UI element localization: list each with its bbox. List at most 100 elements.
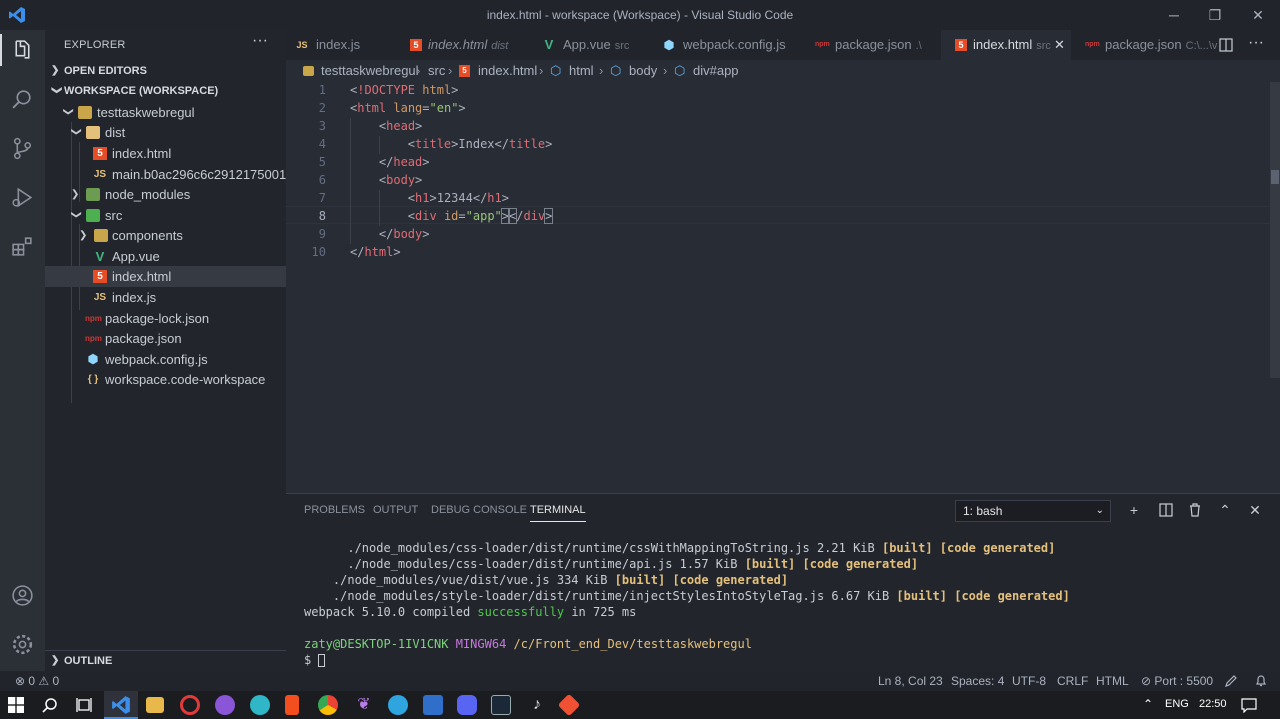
- more-actions-icon[interactable]: ···: [252, 32, 268, 50]
- tree-file-package-lock-json[interactable]: npm package-lock.json: [45, 308, 286, 329]
- split-editor-icon[interactable]: [1219, 38, 1233, 52]
- tab-index-js[interactable]: JS index.js: [286, 30, 396, 60]
- notifications-bell-icon[interactable]: [1254, 674, 1268, 688]
- code-line: </html>: [350, 245, 401, 259]
- tree-file-main-js[interactable]: JS main.b0ac296c6c2912175001.js: [45, 164, 299, 185]
- close-tab-icon[interactable]: ✕: [1054, 30, 1065, 60]
- minimize-icon[interactable]: ─: [1164, 5, 1184, 25]
- folder-icon: [78, 106, 92, 119]
- discord-icon[interactable]: [457, 695, 477, 715]
- tab-debug-console[interactable]: DEBUG CONSOLE: [431, 504, 527, 516]
- feather-icon[interactable]: ❦: [354, 695, 374, 715]
- tab-terminal[interactable]: TERMINAL: [530, 504, 586, 522]
- file-explorer-icon[interactable]: [146, 697, 164, 713]
- chrome-icon[interactable]: [318, 695, 338, 715]
- tab-package-json-root[interactable]: npm package.json .\: [801, 30, 941, 60]
- tree-folder-dist[interactable]: ❯ dist: [45, 122, 286, 143]
- breadcrumb-item[interactable]: body: [629, 60, 657, 82]
- line-number: 2: [318, 101, 326, 115]
- tree-file-index-js[interactable]: JS index.js: [45, 287, 286, 308]
- vscode-taskbar-icon[interactable]: [111, 695, 131, 715]
- tree-folder-node-modules[interactable]: ❯ node_modules: [45, 184, 286, 205]
- settings-gear-icon[interactable]: [10, 632, 35, 657]
- tree-file-package-json[interactable]: npm package.json: [45, 328, 286, 349]
- cursor-position[interactable]: Ln 8, Col 23: [878, 671, 943, 691]
- tree-folder-src[interactable]: ❯ src: [45, 205, 286, 226]
- tree-folder-testtaskwebregul[interactable]: ❯ testtaskwebregul: [45, 102, 286, 123]
- code-editor[interactable]: 1 2 3 4 5 6 7 8 9 10 <!DOCTYPE html> <ht…: [286, 82, 1270, 493]
- code-line: <h1>12344</h1>: [407, 191, 509, 205]
- tree-file-app-vue[interactable]: V App.vue: [45, 246, 286, 267]
- close-window-icon[interactable]: ✕: [1248, 5, 1268, 25]
- workspace-section[interactable]: ❯ WORKSPACE (WORKSPACE): [45, 81, 286, 101]
- terminal-select[interactable]: 1: bash ⌄: [955, 500, 1111, 522]
- problems-status[interactable]: ⊗ 0 ⚠ 0: [15, 671, 59, 691]
- run-debug-icon[interactable]: [10, 185, 35, 210]
- steam-icon[interactable]: [491, 695, 511, 715]
- feedback-icon[interactable]: [1224, 674, 1238, 688]
- tree-file-dist-index-html[interactable]: 5 index.html: [45, 143, 286, 164]
- more-actions-icon[interactable]: ···: [1248, 34, 1264, 52]
- outline-section[interactable]: ❯ OUTLINE: [45, 650, 286, 670]
- telegram-icon[interactable]: [388, 695, 408, 715]
- tab-problems[interactable]: PROBLEMS: [304, 504, 365, 516]
- line-number: 10: [311, 245, 326, 259]
- opera-icon[interactable]: [180, 695, 200, 715]
- task-view-icon[interactable]: [76, 697, 92, 713]
- figma-icon[interactable]: [285, 695, 299, 715]
- maximize-panel-icon[interactable]: ⌃: [1217, 502, 1233, 518]
- breadcrumb-item[interactable]: index.html: [478, 60, 537, 82]
- tab-app-vue[interactable]: V App.vue src: [521, 30, 641, 60]
- source-control-icon[interactable]: [10, 136, 35, 161]
- language-mode[interactable]: HTML: [1096, 671, 1129, 691]
- account-icon[interactable]: [10, 583, 35, 608]
- tray-chevron-icon[interactable]: ⌃: [1143, 697, 1153, 711]
- tree-file-src-index-html[interactable]: 5 index.html: [45, 266, 286, 287]
- tree-file-webpack-config[interactable]: ⬢ webpack.config.js: [45, 349, 286, 370]
- taskbar-search-icon[interactable]: [42, 697, 58, 713]
- restore-icon[interactable]: ❐: [1205, 5, 1225, 25]
- tab-package-json-other[interactable]: npm package.json C:\...\v: [1071, 30, 1217, 60]
- tree-file-workspace[interactable]: { } workspace.code-workspace: [45, 369, 286, 390]
- tree-folder-components[interactable]: ❯ components: [45, 225, 286, 246]
- editor-scrollbar[interactable]: [1270, 82, 1280, 493]
- breadcrumb-item[interactable]: testtaskwebregul: [321, 60, 419, 82]
- close-panel-icon[interactable]: ✕: [1247, 502, 1263, 518]
- windows-start-icon[interactable]: [8, 697, 24, 713]
- action-center-icon[interactable]: [1241, 697, 1257, 713]
- chevron-right-icon: ❯: [51, 655, 60, 666]
- tab-output[interactable]: OUTPUT: [373, 504, 418, 516]
- search-icon[interactable]: [10, 87, 35, 112]
- app-icon[interactable]: ♪: [527, 695, 547, 715]
- live-server-port[interactable]: ⊘ Port : 5500: [1141, 671, 1213, 691]
- git-icon[interactable]: [557, 693, 581, 717]
- new-terminal-icon[interactable]: +: [1126, 502, 1142, 518]
- split-terminal-icon[interactable]: [1158, 502, 1174, 518]
- language-indicator[interactable]: ENG: [1165, 698, 1189, 710]
- line-number: 3: [318, 119, 326, 133]
- clock[interactable]: 22:50: [1199, 698, 1227, 710]
- explorer-icon[interactable]: [10, 38, 35, 63]
- app-icon[interactable]: [215, 695, 235, 715]
- terminal-line: ./node_modules/css-loader/dist/runtime/c…: [304, 541, 1056, 555]
- js-file-icon: JS: [296, 40, 308, 50]
- trash-icon[interactable]: [1187, 502, 1203, 518]
- indentation-status[interactable]: Spaces: 4: [951, 671, 1004, 691]
- terminal-input[interactable]: $: [304, 653, 326, 667]
- chevron-down-icon: ❯: [51, 86, 62, 95]
- tab-webpack-config[interactable]: ⬢ webpack.config.js: [641, 30, 801, 60]
- encoding-status[interactable]: UTF-8: [1012, 671, 1046, 691]
- extensions-icon[interactable]: [10, 234, 35, 259]
- chevron-down-icon: ❯: [70, 127, 82, 136]
- powershell-icon[interactable]: [423, 695, 443, 715]
- chevron-down-icon: ❯: [70, 210, 82, 219]
- eol-status[interactable]: CRLF: [1057, 671, 1088, 691]
- tab-src-index-html[interactable]: 5 index.html src ✕: [941, 30, 1071, 60]
- open-editors-section[interactable]: ❯ OPEN EDITORS: [45, 61, 286, 81]
- breadcrumb-item[interactable]: html: [569, 60, 594, 82]
- breadcrumb-item[interactable]: src: [428, 60, 445, 82]
- breadcrumb-item[interactable]: div#app: [693, 60, 739, 82]
- app-icon[interactable]: [250, 695, 270, 715]
- tab-dist-index-html[interactable]: 5 index.html dist: [396, 30, 521, 60]
- html5-icon: 5: [955, 39, 967, 51]
